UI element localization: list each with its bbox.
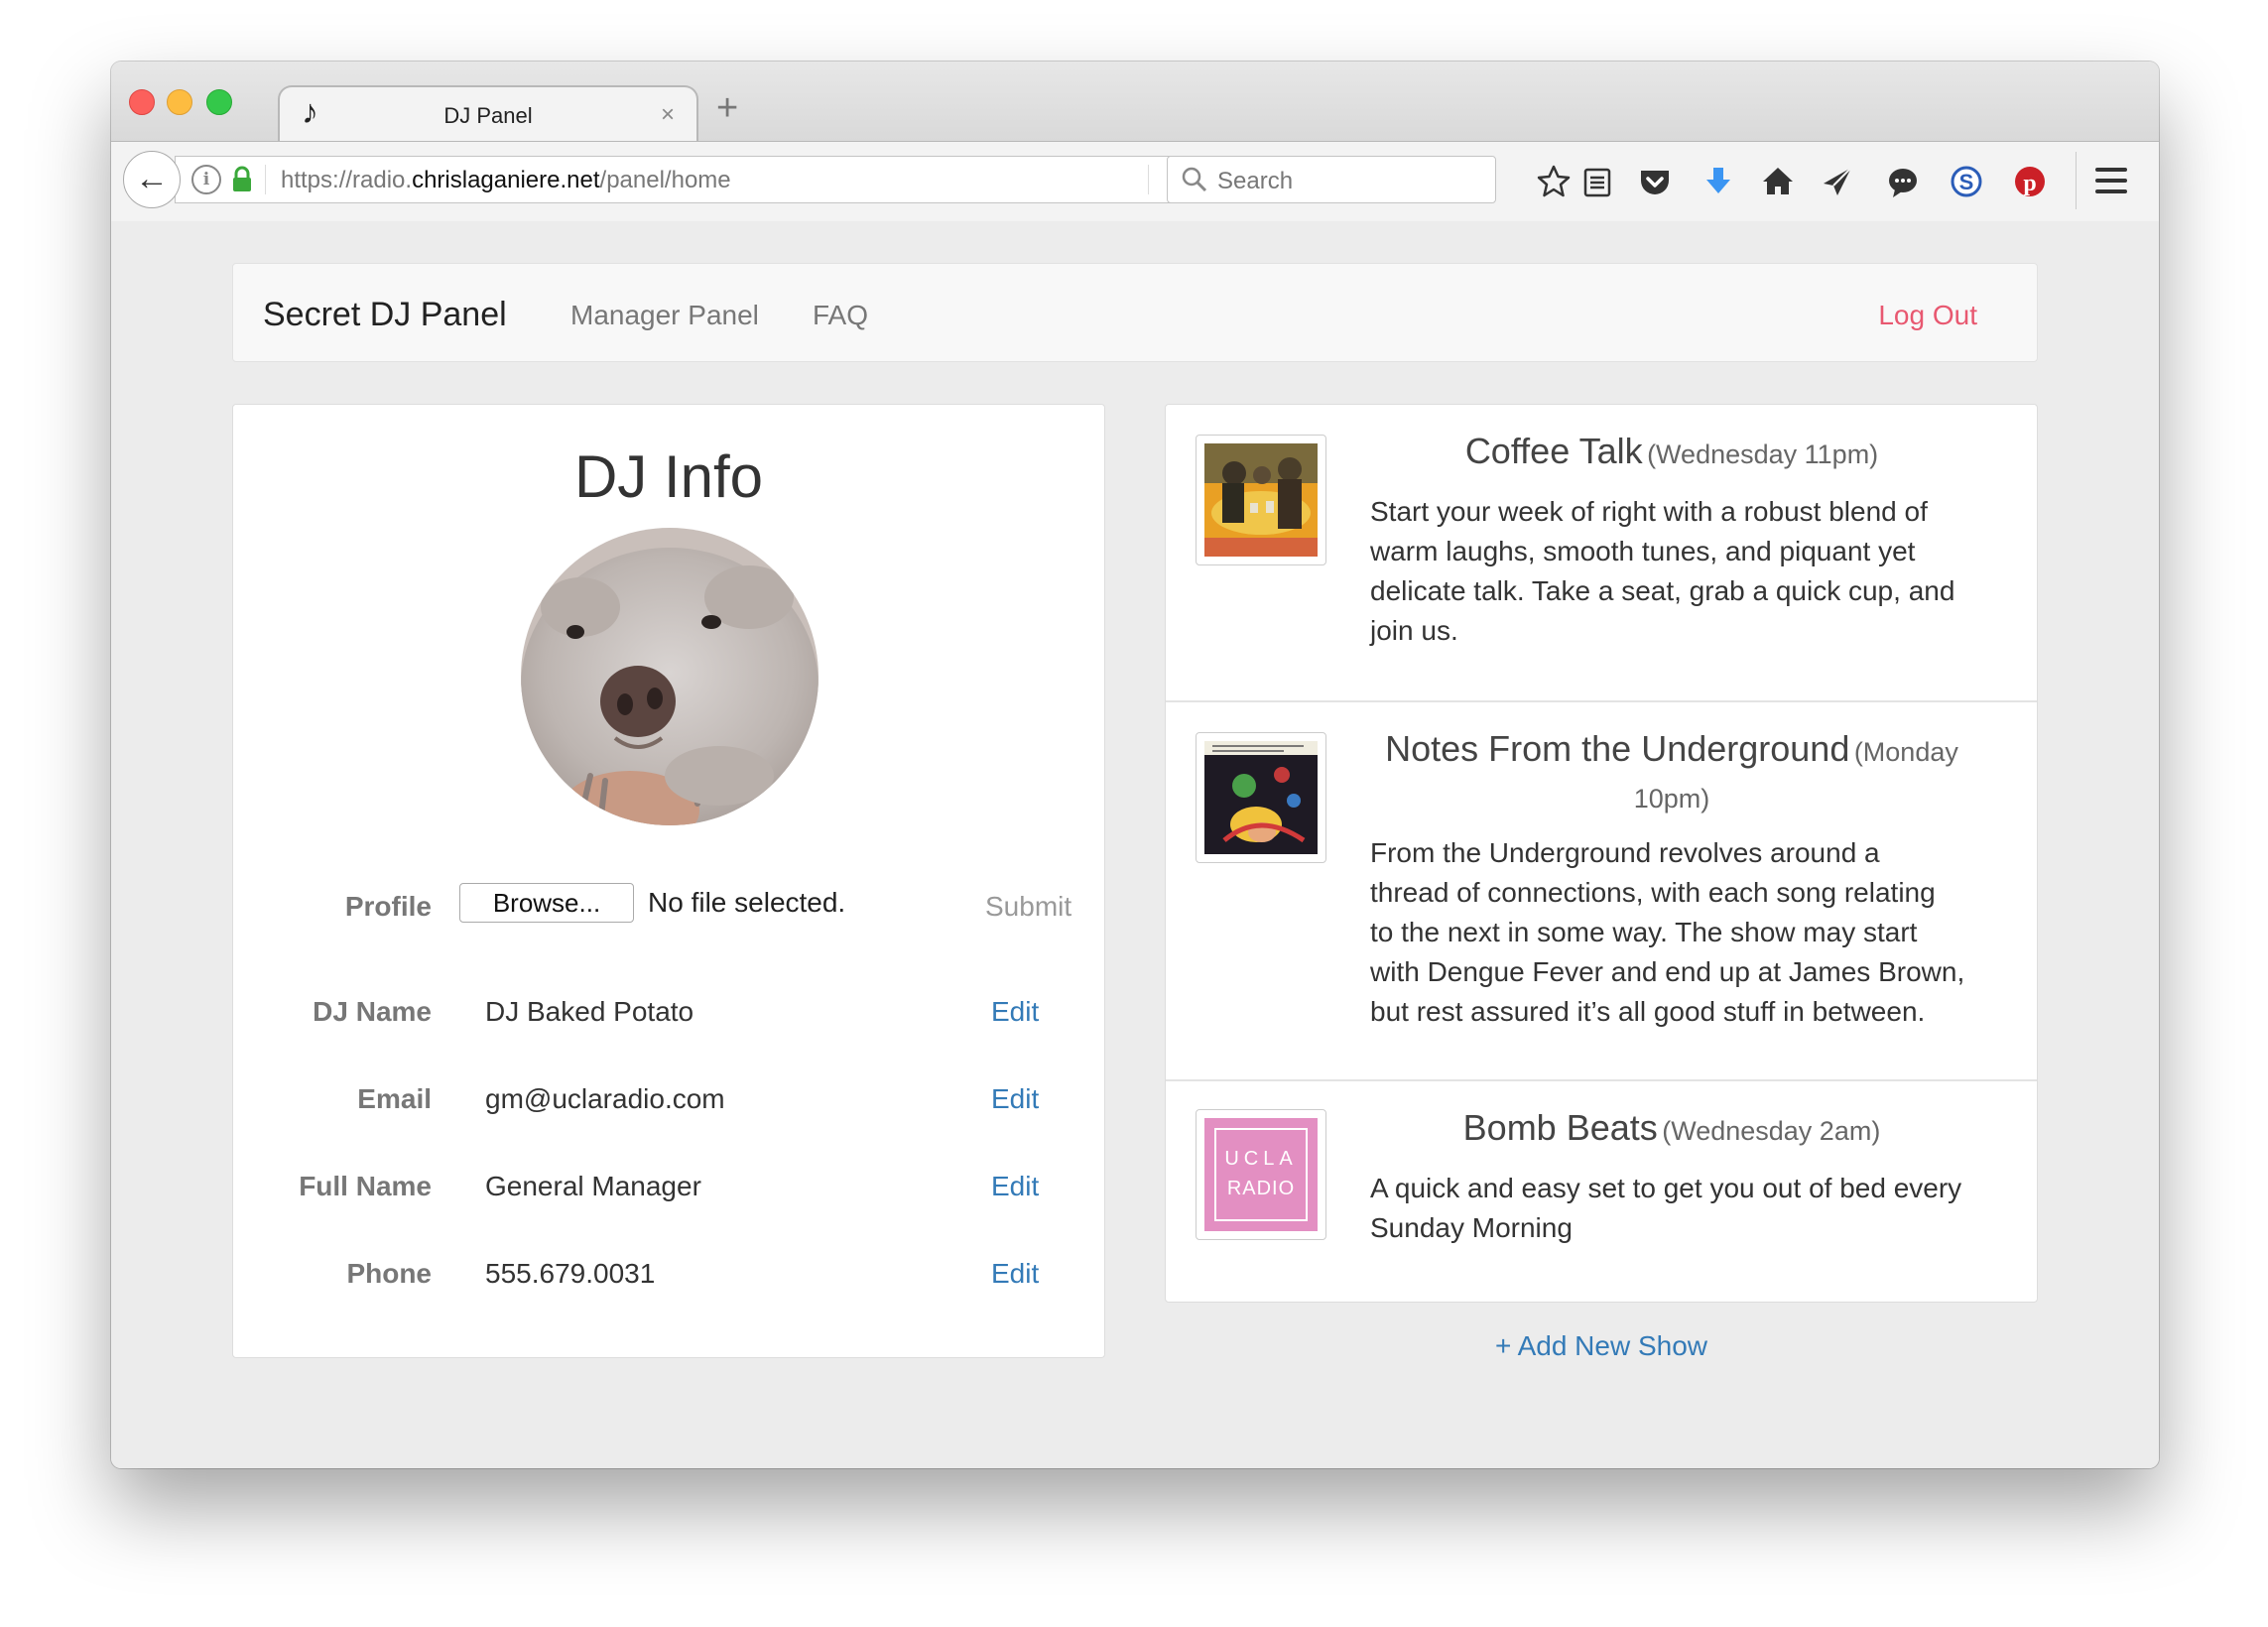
logo-text-radio: RADIO [1226, 1178, 1296, 1199]
email-label: Email [357, 1083, 432, 1114]
new-tab-button[interactable]: + [716, 87, 738, 130]
tab-dj-panel[interactable]: ♪ DJ Panel × [278, 85, 698, 145]
coffee-talk-image [1204, 443, 1318, 557]
submit-button[interactable]: Submit [985, 891, 1071, 923]
browse-button[interactable]: Browse... [459, 883, 634, 923]
search-icon [1182, 167, 1207, 192]
shows-list: Coffee Talk (Wednesday 11pm) Start your … [1165, 404, 2038, 1303]
no-file-text: No file selected. [648, 887, 846, 918]
show-thumbnail [1196, 732, 1326, 863]
logo-frame [1214, 1128, 1308, 1221]
show-description: Start your week of right with a robust b… [1370, 496, 1955, 646]
show-time: (Wednesday 2am) [1662, 1116, 1881, 1146]
show-description: From the Underground revolves around a t… [1370, 837, 1965, 1027]
avatar [521, 528, 819, 825]
url-separator [265, 165, 266, 194]
svg-text:p: p [2023, 171, 2036, 196]
show-heading: Coffee Talk (Wednesday 11pm) [1364, 431, 1979, 472]
navigation-bar: i https://radio.chrislaganiere.net/panel… [111, 141, 2159, 222]
star-icon[interactable] [1534, 162, 1574, 201]
dj-info-card: DJ Info Profile Browse... No file select… [232, 404, 1105, 1358]
back-button[interactable]: ← [123, 151, 181, 208]
toolbar-separator [2076, 152, 2077, 209]
chat-icon[interactable] [1883, 162, 1923, 201]
logo-text-ucla: UCLA [1224, 1148, 1298, 1170]
search-input[interactable]: Search [1167, 156, 1496, 203]
site-navbar: Secret DJ Panel Manager Panel FAQ Log Ou… [232, 263, 2038, 362]
info-icon[interactable]: i [191, 165, 221, 194]
url-separator [1148, 165, 1149, 194]
hamburger-menu-icon[interactable] [2095, 168, 2127, 200]
add-new-show-link[interactable]: + Add New Show [1165, 1330, 2038, 1362]
pinterest-icon[interactable]: p [2010, 162, 2050, 201]
download-icon[interactable] [1699, 162, 1738, 201]
nav-faq[interactable]: FAQ [813, 300, 868, 331]
nav-manager-panel[interactable]: Manager Panel [570, 300, 759, 331]
full-name-label: Full Name [299, 1171, 432, 1201]
url-text[interactable]: https://radio.chrislaganiere.net/panel/h… [281, 167, 731, 194]
url-bar[interactable]: i https://radio.chrislaganiere.net/panel… [175, 156, 1216, 203]
profile-label: Profile [344, 891, 432, 922]
reading-list-icon[interactable] [1577, 162, 1617, 201]
browser-window: ♪ DJ Panel × + i https://radio.chrislaga… [111, 62, 2159, 1468]
phone-label: Phone [346, 1258, 432, 1289]
lock-icon [233, 166, 251, 191]
edit-full-name-link[interactable]: Edit [991, 1171, 1039, 1202]
wombat-photo [521, 528, 819, 825]
close-window-button[interactable] [129, 89, 155, 115]
list-item[interactable]: Notes From the Underground (Monday 10pm)… [1166, 702, 2037, 1079]
home-icon[interactable] [1758, 162, 1798, 201]
phone-value: 555.679.0031 [485, 1258, 656, 1289]
show-heading: Bomb Beats (Wednesday 2am) [1364, 1107, 1979, 1149]
tab-close-icon[interactable]: × [661, 101, 675, 129]
show-time: (Wednesday 11pm) [1647, 439, 1879, 469]
show-heading: Notes From the Underground (Monday 10pm) [1364, 728, 1979, 824]
edit-dj-name-link[interactable]: Edit [991, 996, 1039, 1028]
email-value: gm@ucla​radio.com [485, 1083, 725, 1114]
ucla-radio-logo: UCLA RADIO [1204, 1118, 1318, 1231]
dj-info-title: DJ Info [573, 443, 764, 510]
list-item[interactable]: Coffee Talk (Wednesday 11pm) Start your … [1166, 405, 2037, 702]
show-description: A quick and easy set to get you out of b… [1370, 1173, 1962, 1243]
send-icon[interactable] [1818, 162, 1857, 201]
show-name: Bomb Beats [1462, 1107, 1658, 1148]
show-thumbnail: UCLA RADIO [1196, 1109, 1326, 1240]
url-path: /panel/home [599, 167, 731, 193]
minimize-window-button[interactable] [167, 89, 192, 115]
dj-name-value: DJ Baked Potato [485, 996, 694, 1027]
search-placeholder: Search [1217, 168, 1294, 194]
edit-email-link[interactable]: Edit [991, 1083, 1039, 1115]
notes-underground-image [1204, 741, 1318, 854]
s-extension-icon[interactable]: S [1947, 162, 1986, 201]
edit-phone-link[interactable]: Edit [991, 1258, 1039, 1290]
show-name: Coffee Talk [1464, 431, 1643, 471]
tab-strip: ♪ DJ Panel × + [111, 62, 2159, 145]
pocket-icon[interactable] [1635, 162, 1675, 201]
url-host: chrislaganiere.net [412, 167, 600, 193]
svg-text:S: S [1959, 170, 1974, 194]
back-arrow-icon: ← [135, 160, 169, 197]
show-thumbnail [1196, 435, 1326, 565]
url-prefix: https://radio. [281, 167, 413, 193]
dj-name-label: DJ Name [313, 996, 432, 1027]
tab-title: DJ Panel [443, 103, 533, 128]
show-name: Notes From the Underground [1385, 728, 1850, 769]
logout-link[interactable]: Log Out [1878, 300, 1977, 331]
brand-link[interactable]: Secret DJ Panel [263, 296, 507, 334]
zoom-window-button[interactable] [206, 89, 232, 115]
list-item[interactable]: UCLA RADIO Bomb Beats (Wednesday 2am) A … [1166, 1081, 2037, 1302]
full-name-value: General Manager [485, 1171, 701, 1201]
page-content: Secret DJ Panel Manager Panel FAQ Log Ou… [111, 221, 2159, 1468]
